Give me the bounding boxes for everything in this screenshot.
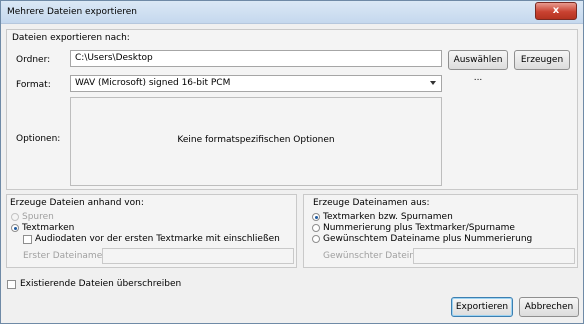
split-files-group: Erzeuge Dateien anhand von: Spuren Textm… [6, 194, 297, 268]
radio-custom-name[interactable] [312, 235, 320, 243]
create-button[interactable]: Erzeugen [514, 50, 570, 70]
options-panel: Keine formatspezifischen Optionen [70, 97, 442, 186]
first-filename-input[interactable] [102, 248, 294, 264]
cancel-button[interactable]: Abbrechen [519, 297, 579, 317]
overwrite-label: Existierende Dateien überschreiben [20, 279, 182, 289]
overwrite-checkbox[interactable] [7, 280, 16, 289]
split-files-heading: Erzeuge Dateien anhand von: [10, 198, 144, 208]
radio-label-track-name[interactable] [312, 213, 320, 221]
name-files-group: Erzeuge Dateinamen aus: Textmarken bzw. … [303, 194, 578, 268]
folder-input[interactable]: C:\Users\Desktop [70, 50, 442, 67]
title-bar: Mehrere Dateien exportieren x [1, 1, 583, 24]
format-select-value: WAV (Microsoft) signed 16-bit PCM [75, 78, 231, 88]
custom-filename-input[interactable] [413, 248, 575, 264]
options-label: Optionen: [16, 134, 61, 144]
format-label: Format: [16, 80, 51, 90]
folder-label: Ordner: [16, 55, 51, 65]
browse-button[interactable]: Auswählen ... [448, 50, 508, 83]
include-audio-label: Audiodaten vor der ersten Textmarke mit … [35, 234, 280, 244]
options-message: Keine formatspezifischen Optionen [177, 135, 335, 145]
radio-labels-label: Textmarken [22, 223, 75, 233]
dialog-title: Mehrere Dateien exportieren [7, 7, 137, 17]
include-audio-checkbox[interactable] [23, 235, 32, 244]
chevron-down-icon [430, 81, 436, 85]
radio-numbering[interactable] [312, 224, 320, 232]
radio-numbering-label: Nummerierung plus Textmarker/Spurname [323, 223, 515, 233]
export-multiple-dialog: Mehrere Dateien exportieren x Dateien ex… [0, 0, 584, 324]
first-filename-label: Erster Dateiname: [23, 251, 106, 261]
export-to-heading: Dateien exportieren nach: [12, 33, 130, 43]
export-button[interactable]: Exportieren [451, 297, 513, 317]
close-button[interactable]: x [535, 2, 577, 20]
export-to-group: Dateien exportieren nach: Ordner: C:\Use… [6, 29, 578, 190]
radio-tracks-label: Spuren [22, 212, 54, 222]
radio-custom-name-label: Gewünschtem Dateiname plus Nummerierung [323, 234, 533, 244]
format-select[interactable]: WAV (Microsoft) signed 16-bit PCM [70, 75, 442, 92]
radio-tracks[interactable] [11, 213, 19, 221]
name-files-heading: Erzeuge Dateinamen aus: [313, 198, 430, 208]
radio-labels[interactable] [11, 224, 19, 232]
radio-label-track-name-label: Textmarken bzw. Spurnamen [323, 212, 453, 222]
